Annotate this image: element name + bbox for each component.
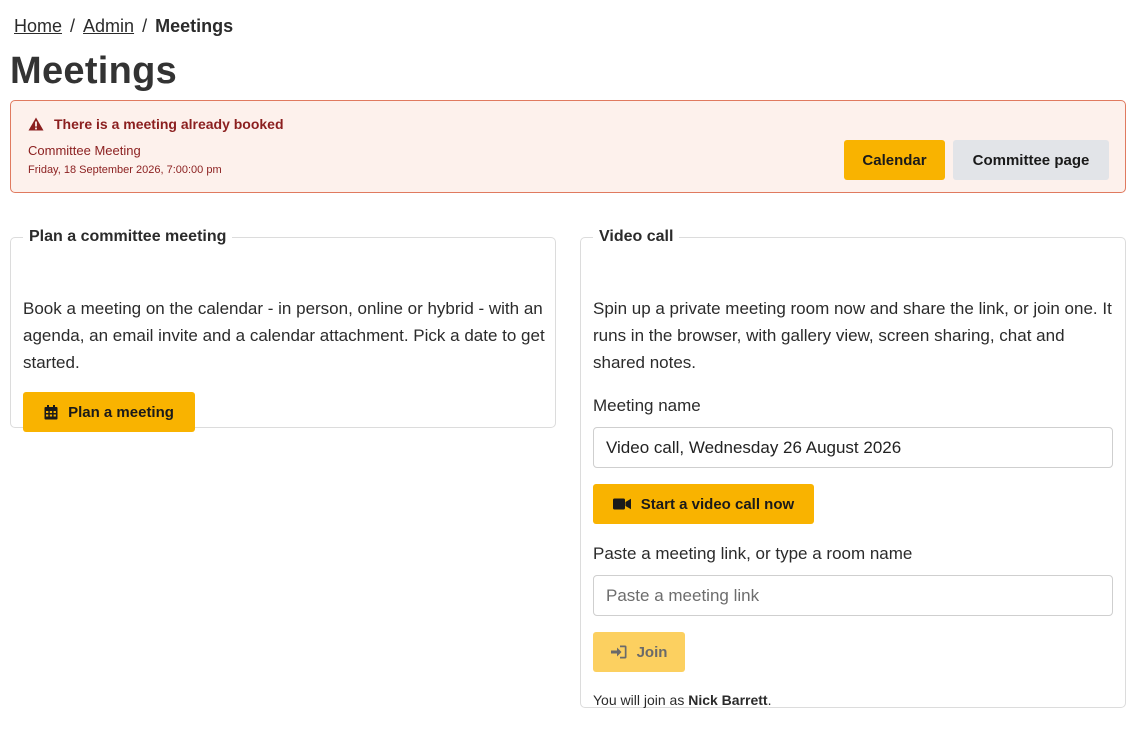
start-video-call-label: Start a video call now: [640, 495, 795, 513]
plan-meeting-description: Book a meeting on the calendar - in pers…: [23, 299, 545, 372]
alert-meeting-title: Committee Meeting: [28, 143, 141, 158]
start-video-call-button[interactable]: Start a video call now: [593, 484, 814, 524]
breadcrumb-home-link[interactable]: Home: [14, 16, 62, 37]
video-call-description: Spin up a private meeting room now and s…: [593, 299, 1112, 372]
join-as-name: Nick Barrett: [688, 692, 768, 708]
breadcrumb-separator: /: [70, 16, 76, 36]
join-as-prefix: You will join as: [593, 692, 685, 708]
sign-in-icon: [610, 645, 627, 659]
meeting-name-input[interactable]: [593, 427, 1113, 468]
warning-triangle-icon: [28, 117, 44, 131]
meeting-link-input[interactable]: [593, 575, 1113, 616]
meeting-booked-alert: There is a meeting already booked Commit…: [10, 100, 1126, 193]
meeting-name-label: Meeting name: [593, 396, 701, 415]
join-button-label: Join: [636, 643, 668, 661]
video-camera-icon: [612, 498, 631, 510]
alert-meeting-datetime: Friday, 18 September 2026, 7:00:00 pm: [28, 164, 222, 176]
video-call-panel: Video call Spin up a private meeting roo…: [580, 228, 1126, 708]
calendar-button[interactable]: Calendar: [844, 140, 945, 180]
breadcrumb-admin-link[interactable]: Admin: [83, 16, 134, 37]
breadcrumb-separator: /: [142, 16, 148, 36]
page-title: Meetings: [10, 50, 178, 92]
join-as-suffix: .: [767, 692, 772, 708]
plan-meeting-button[interactable]: Plan a meeting: [23, 392, 195, 432]
join-as-note: You will join as Nick Barrett.: [593, 692, 771, 708]
video-call-legend: Video call: [599, 228, 674, 245]
plan-meeting-panel: Plan a committee meeting Book a meeting …: [10, 228, 556, 432]
plan-meeting-button-label: Plan a meeting: [68, 403, 174, 421]
meeting-link-label: Paste a meeting link, or type a room nam…: [593, 544, 913, 563]
plan-meeting-legend: Plan a committee meeting: [29, 228, 227, 245]
alert-heading-row: There is a meeting already booked: [28, 116, 284, 132]
committee-page-button[interactable]: Committee page: [953, 140, 1109, 180]
breadcrumb-current: Meetings: [155, 16, 234, 36]
join-button[interactable]: Join: [593, 632, 685, 672]
breadcrumb: Home / Admin / Meetings: [14, 16, 233, 37]
calendar-icon: [44, 404, 58, 420]
alert-heading: There is a meeting already booked: [54, 116, 284, 132]
